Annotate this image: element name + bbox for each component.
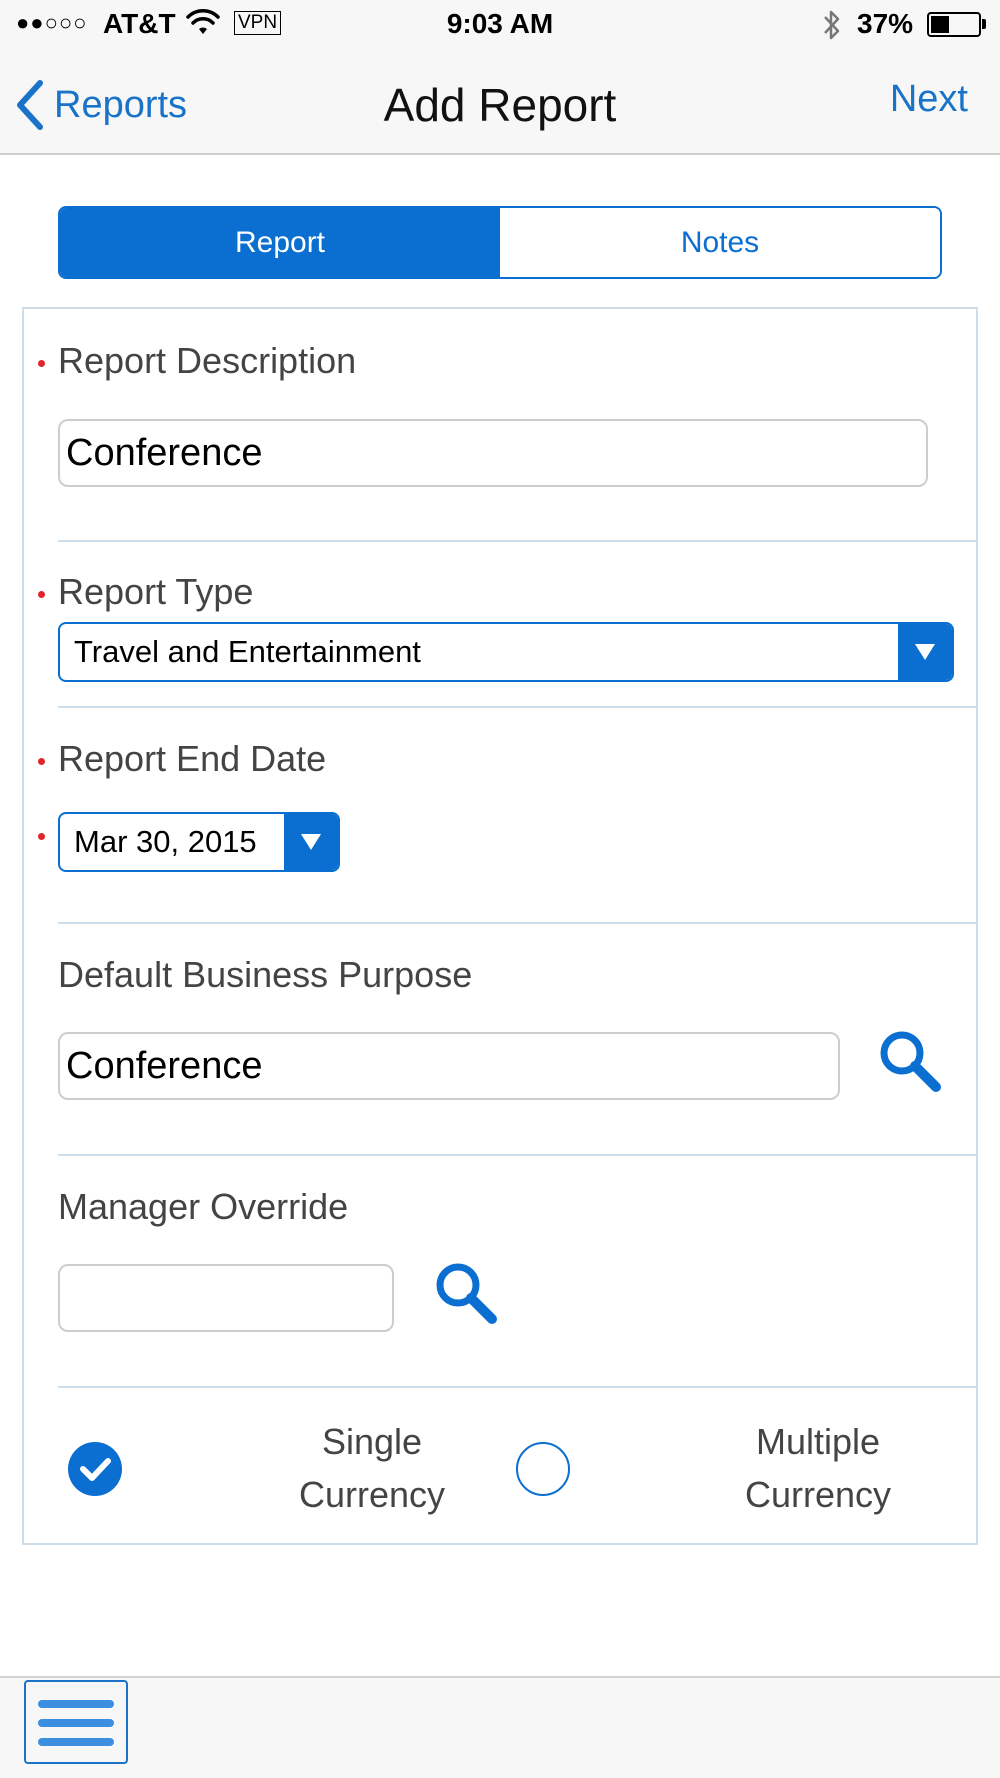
tab-notes[interactable]: Notes [500, 208, 940, 277]
status-time: 9:03 AM [446, 8, 554, 39]
report-end-date-label: Report End Date [58, 738, 327, 779]
business-purpose-input[interactable]: Conference [58, 1032, 840, 1100]
single-currency-label-line2: Currency [298, 1474, 446, 1515]
tab-report[interactable]: Report [60, 208, 500, 277]
battery-icon [927, 12, 981, 37]
battery-percentage: 37% [857, 8, 914, 39]
search-icon[interactable] [876, 1027, 946, 1097]
navigation-bar: Reports Add Report Next [0, 50, 1000, 155]
battery-tip [982, 19, 986, 29]
manager-override-input[interactable] [58, 1264, 394, 1332]
triangle-down-icon [284, 814, 338, 870]
check-icon [80, 1458, 111, 1481]
required-indicator [38, 591, 45, 598]
required-indicator [38, 758, 45, 765]
divider [58, 706, 976, 708]
single-currency-radio[interactable] [68, 1442, 122, 1496]
multiple-currency-radio[interactable] [516, 1442, 570, 1496]
report-type-value: Travel and Entertainment [74, 634, 421, 669]
divider [58, 1386, 976, 1388]
multiple-currency-label: Multiple Currency [708, 1415, 928, 1521]
divider [58, 540, 976, 542]
report-type-label: Report Type [58, 571, 254, 612]
single-currency-label-line1: Single [321, 1421, 423, 1462]
single-currency-label: Single Currency [262, 1415, 482, 1521]
multiple-currency-label-line2: Currency [744, 1474, 892, 1515]
page-title: Add Report [383, 79, 617, 131]
report-description-input[interactable]: Conference [58, 419, 928, 487]
divider [58, 1154, 976, 1156]
business-purpose-label: Default Business Purpose [58, 954, 473, 995]
next-button[interactable]: Next [890, 78, 968, 121]
status-bar: ●●○○○ AT&T VPN 9:03 AM 37% [0, 0, 1000, 50]
multiple-currency-label-line1: Multiple [755, 1421, 881, 1462]
bottom-toolbar [0, 1676, 1000, 1778]
required-indicator [38, 360, 45, 367]
hamburger-icon[interactable] [24, 1680, 128, 1764]
search-icon[interactable] [432, 1259, 502, 1329]
report-description-label: Report Description [58, 340, 357, 381]
manager-override-label: Manager Override [58, 1186, 349, 1227]
tab-bar: Report Notes [58, 206, 942, 279]
triangle-down-icon [898, 624, 952, 680]
report-type-select[interactable]: Travel and Entertainment [58, 622, 954, 682]
report-end-date-value: Mar 30, 2015 [74, 824, 257, 859]
report-form: Report Description Conference Report Typ… [22, 307, 978, 1545]
required-indicator [38, 833, 45, 840]
bluetooth-icon [824, 10, 840, 40]
report-end-date-select[interactable]: Mar 30, 2015 [58, 812, 340, 872]
divider [58, 922, 976, 924]
